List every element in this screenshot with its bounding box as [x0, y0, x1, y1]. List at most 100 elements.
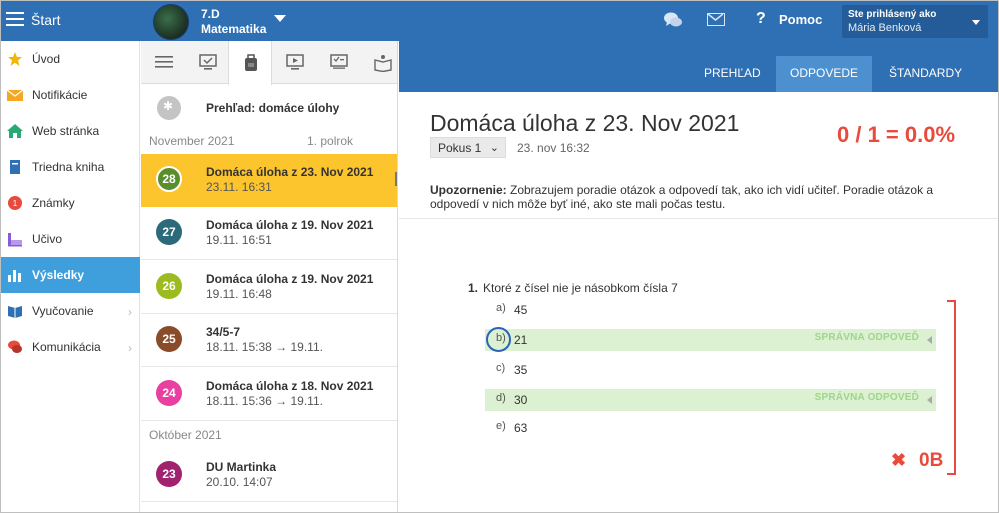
- mail-icon[interactable]: [707, 13, 725, 26]
- answer-option: d) 30 SPRÁVNA ODPOVEĎ: [485, 389, 936, 411]
- help-link[interactable]: Pomoc: [779, 12, 822, 27]
- sidebar-item-uvod[interactable]: Úvod: [1, 41, 140, 77]
- question-number: 1.: [468, 281, 479, 295]
- sidebar-item-vysledky[interactable]: Výsledky: [1, 257, 140, 293]
- homework-date: 19.11. 16:48: [206, 287, 272, 301]
- class-name[interactable]: 7.D: [201, 7, 220, 21]
- warning-notice: Upozornenie: Zobrazujem poradie otázok a…: [430, 183, 975, 211]
- chevron-down-icon: ⌄: [489, 142, 499, 154]
- answer-option: c) 35: [485, 359, 936, 381]
- divider: [399, 218, 998, 219]
- tab-tests[interactable]: [185, 41, 229, 84]
- homework-number-badge: 26: [156, 273, 182, 299]
- user-name: Mária Benková: [848, 22, 922, 34]
- answer-option: e) 63: [485, 417, 936, 439]
- sidebar-item-web-stranka[interactable]: Web stránka: [1, 113, 140, 149]
- homework-number-badge: 23: [156, 461, 182, 487]
- sidebar-item-znamky[interactable]: 1 Známky: [1, 185, 140, 221]
- homework-detail-panel: PREHĽAD ODPOVEDE ŠTANDARDY Domáca úloha …: [399, 41, 998, 512]
- drag-handle[interactable]: [395, 172, 397, 186]
- list-item[interactable]: 24 Domáca úloha z 18. Nov 2021 18.11. 15…: [141, 368, 397, 421]
- hamburger-menu-icon[interactable]: [6, 8, 24, 32]
- star-icon: [8, 52, 22, 66]
- tab-reading[interactable]: [360, 41, 397, 84]
- svg-text:1: 1: [13, 199, 18, 208]
- sidebar-item-label: Notifikácie: [32, 88, 88, 102]
- chat-icon[interactable]: [663, 11, 683, 29]
- user-menu[interactable]: Ste prihlásený ako Mária Benková: [842, 5, 988, 38]
- warning-label: Upozornenie:: [430, 183, 507, 197]
- list-item[interactable]: 25 34/5-7 18.11. 15:38 → 19.11.: [141, 314, 397, 367]
- chevron-right-icon: ›: [128, 341, 132, 355]
- bar-chart-icon: [8, 270, 21, 282]
- option-value: 30: [514, 393, 528, 407]
- homework-date: 19.11. 16:51: [206, 233, 272, 247]
- correct-answer-label: SPRÁVNA ODPOVEĎ: [814, 332, 919, 343]
- sidebar-item-label: Učivo: [32, 232, 63, 246]
- total-score: 0 / 1 = 0.0%: [837, 122, 956, 147]
- class-avatar[interactable]: [153, 4, 189, 40]
- attempt-select[interactable]: Pokus 1 ⌄: [430, 137, 506, 158]
- option-value: 63: [514, 421, 528, 435]
- score-bracket: [947, 300, 956, 475]
- homework-date: 20.10. 14:07: [206, 475, 273, 489]
- caret-left-icon: [927, 336, 932, 344]
- top-bar: Štart 7.D Matematika ? Pomoc Ste prihlás…: [0, 0, 999, 41]
- answer-option: b) 21 SPRÁVNA ODPOVEĎ: [485, 327, 936, 352]
- wrong-x-icon: ✖: [891, 450, 907, 470]
- envelope-icon: [7, 89, 23, 101]
- monitor-icon: [8, 233, 22, 247]
- homework-title: Domáca úloha z 18. Nov 2021: [206, 379, 374, 393]
- homework-overview-link[interactable]: Prehľad: domáce úlohy: [141, 85, 397, 129]
- tab-answers[interactable]: ODPOVEDE: [776, 56, 873, 92]
- sidebar-item-label: Web stránka: [32, 124, 100, 138]
- option-value: 45: [514, 303, 528, 317]
- tab-overview[interactable]: PREHĽAD: [690, 56, 775, 92]
- homework-number-badge: 25: [156, 326, 182, 352]
- backpack-icon: [245, 54, 257, 71]
- grade-icon: 1: [8, 196, 22, 210]
- caret-left-icon: [927, 396, 932, 404]
- sidebar-item-vyucovanie[interactable]: Vyučovanie ›: [1, 293, 140, 329]
- sidebar-item-komunikacia[interactable]: Komunikácia ›: [1, 329, 140, 365]
- class-dropdown-icon[interactable]: [274, 15, 286, 22]
- tab-video[interactable]: [272, 41, 316, 84]
- sidebar-item-label: Komunikácia: [32, 340, 101, 354]
- overview-icon: [157, 96, 181, 120]
- question-text: Ktoré z čísel nie je násobkom čísla 7: [483, 281, 678, 295]
- sidebar-item-label: Známky: [32, 196, 75, 210]
- class-subject[interactable]: Matematika: [201, 22, 266, 36]
- sidebar-item-notifikacie[interactable]: Notifikácie: [1, 77, 140, 113]
- open-book-icon: [8, 306, 22, 318]
- list-item[interactable]: 27 Domáca úloha z 19. Nov 2021 19.11. 16…: [141, 207, 397, 260]
- list-item[interactable]: 28 Domáca úloha z 23. Nov 2021 23.11. 16…: [141, 154, 397, 207]
- reading-book-icon: [374, 55, 392, 72]
- sidebar-item-label: Úvod: [32, 52, 61, 66]
- chat-bubbles-icon: [8, 340, 22, 353]
- sidebar-item-label: Triedna kniha: [32, 160, 105, 174]
- detail-tabs: PREHĽAD ODPOVEDE ŠTANDARDY: [399, 41, 998, 92]
- help-icon[interactable]: ?: [756, 10, 766, 28]
- tab-homework[interactable]: [228, 41, 272, 85]
- homework-title: Domáca úloha z 19. Nov 2021: [206, 272, 374, 286]
- list-item[interactable]: 26 Domáca úloha z 19. Nov 2021 19.11. 16…: [141, 261, 397, 314]
- sidebar-item-triedna-kniha[interactable]: Triedna kniha: [1, 149, 140, 185]
- option-letter: e): [496, 420, 506, 432]
- play-screen-icon: [286, 54, 304, 70]
- sidebar-item-ucivo[interactable]: Učivo: [1, 221, 140, 257]
- question-score: 0B: [919, 450, 944, 471]
- overview-label: Prehľad: domáce úlohy: [206, 101, 340, 115]
- tab-standards[interactable]: ŠTANDARDY: [875, 56, 976, 92]
- sidebar-item-label: Vyučovanie: [32, 304, 94, 318]
- homework-date: 23.11. 16:31: [206, 180, 272, 194]
- list-icon: [155, 56, 173, 68]
- tab-exams[interactable]: [316, 41, 360, 84]
- tab-list[interactable]: [141, 41, 185, 84]
- homework-title: Domáca úloha z 19. Nov 2021: [206, 218, 374, 232]
- start-link[interactable]: Štart: [31, 12, 61, 28]
- sidebar: Úvod Notifikácie Web stránka Triedna kni…: [1, 41, 140, 512]
- screen-check-icon: [199, 54, 217, 70]
- list-item[interactable]: 23 DU Martinka 20.10. 14:07: [141, 449, 397, 502]
- option-value: 21: [514, 333, 528, 347]
- correct-answer-label: SPRÁVNA ODPOVEĎ: [814, 392, 919, 403]
